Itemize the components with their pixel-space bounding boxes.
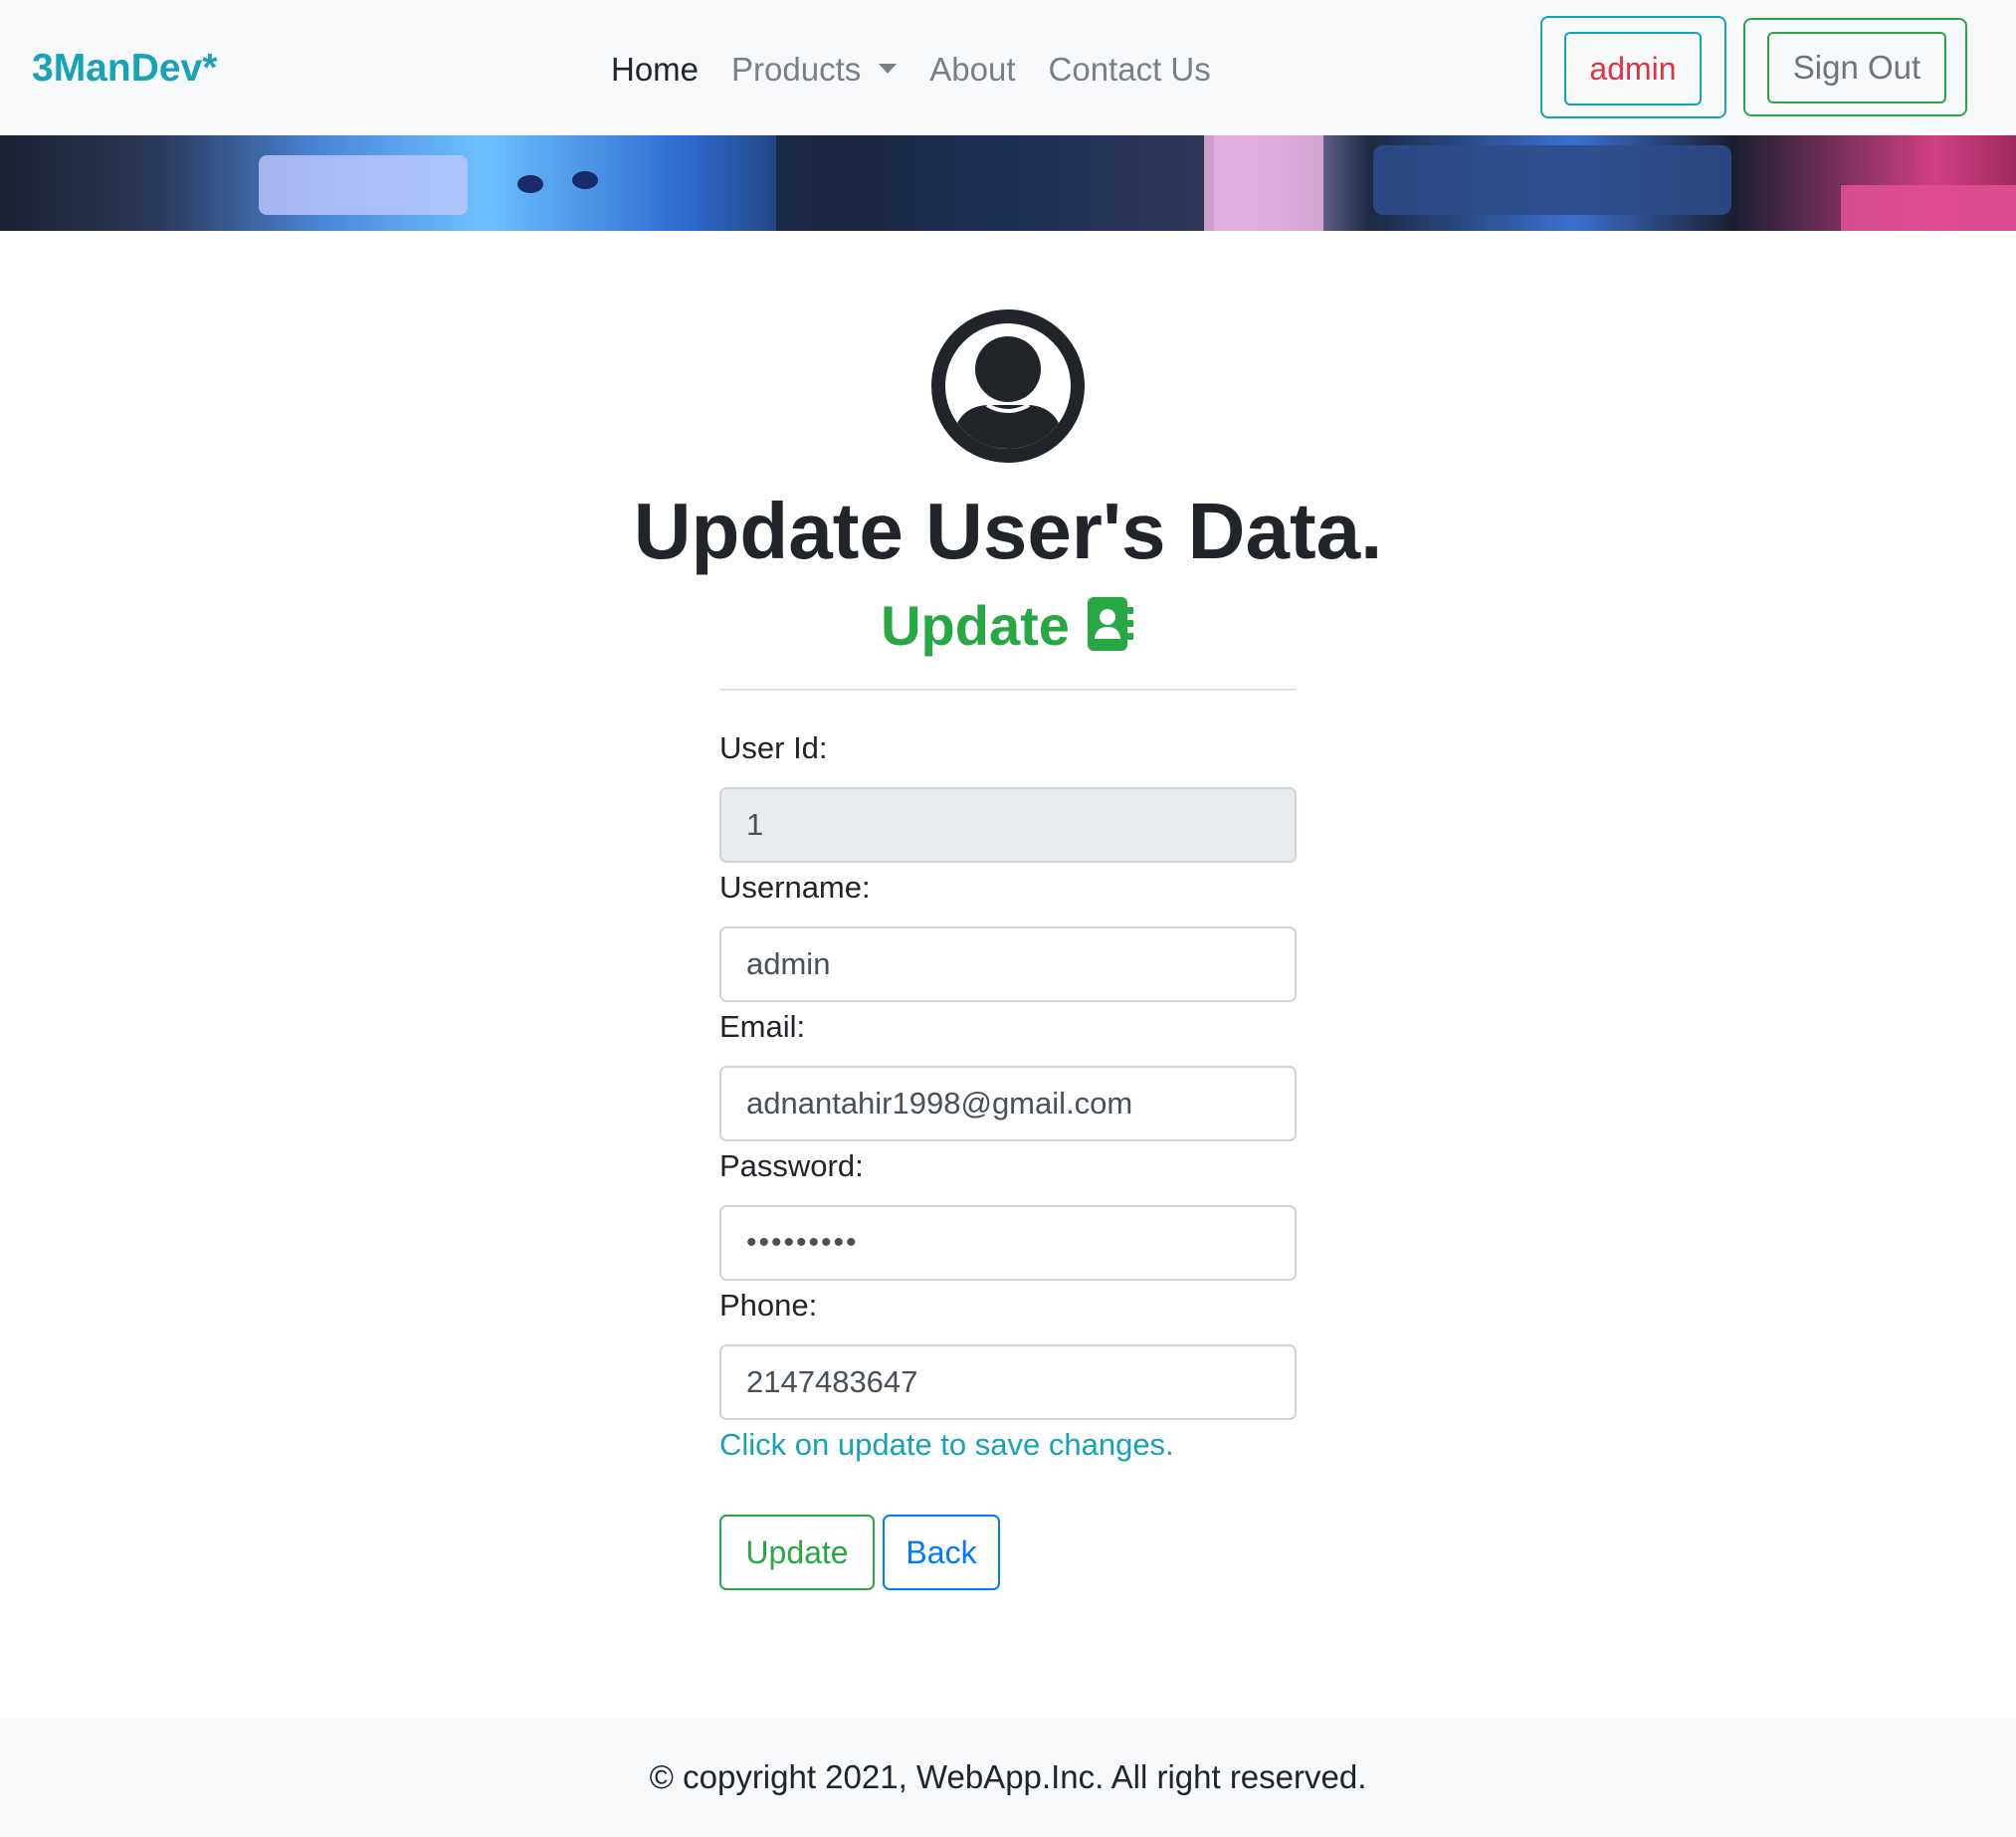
header-banner-image [0, 135, 2016, 231]
navbar: 3ManDev* Home Products About Contact Us … [0, 0, 2016, 135]
password-label: Password: [719, 1148, 864, 1183]
nav-links: Home Products About Contact Us [611, 50, 1244, 90]
phone-label: Phone: [719, 1288, 818, 1323]
banner-shape [1204, 135, 1323, 231]
form-hint: Click on update to save changes. [719, 1427, 1174, 1462]
phone-field[interactable]: 2147483647 [719, 1344, 1297, 1420]
signout-button-label: Sign Out [1767, 32, 1946, 103]
nav-link-about[interactable]: About [929, 50, 1015, 90]
address-book-icon [1087, 597, 1133, 652]
nav-link-contact[interactable]: Contact Us [1049, 50, 1211, 90]
banner-shape [517, 175, 543, 193]
footer: © copyright 2021, WebApp.Inc. All right … [0, 1718, 2016, 1837]
banner-shape [259, 155, 468, 215]
back-button[interactable]: Back [883, 1515, 1000, 1590]
user-button-label: admin [1564, 32, 1702, 105]
nav-link-products[interactable]: Products [731, 50, 898, 90]
page-subtitle: Update [0, 589, 2016, 663]
user-circle-icon [931, 309, 1085, 463]
banner-shape [1841, 185, 2016, 231]
divider [719, 689, 1297, 691]
email-label: Email: [719, 1009, 806, 1044]
username-label: Username: [719, 870, 871, 905]
update-button[interactable]: Update [719, 1515, 875, 1590]
chevron-down-icon [879, 64, 898, 75]
user-button[interactable]: admin [1540, 16, 1726, 118]
email-field[interactable]: adnantahir1998@gmail.com [719, 1066, 1297, 1141]
brand-logo[interactable]: 3ManDev* [32, 46, 217, 92]
nav-link-products-label: Products [731, 51, 862, 88]
banner-shape [776, 135, 1214, 231]
user-id-label: User Id: [719, 730, 828, 765]
page-subtitle-label: Update [881, 594, 1070, 657]
username-field[interactable]: admin [719, 926, 1297, 1002]
signout-button[interactable]: Sign Out [1743, 18, 1967, 116]
user-id-field: 1 [719, 787, 1297, 863]
banner-shape [1373, 145, 1731, 215]
password-field[interactable]: ••••••••• [719, 1205, 1297, 1281]
banner-shape [572, 171, 598, 189]
page-title: Update User's Data. [633, 487, 1383, 575]
footer-copyright: © copyright 2021, WebApp.Inc. All right … [649, 1758, 1367, 1795]
nav-link-home[interactable]: Home [611, 50, 699, 90]
